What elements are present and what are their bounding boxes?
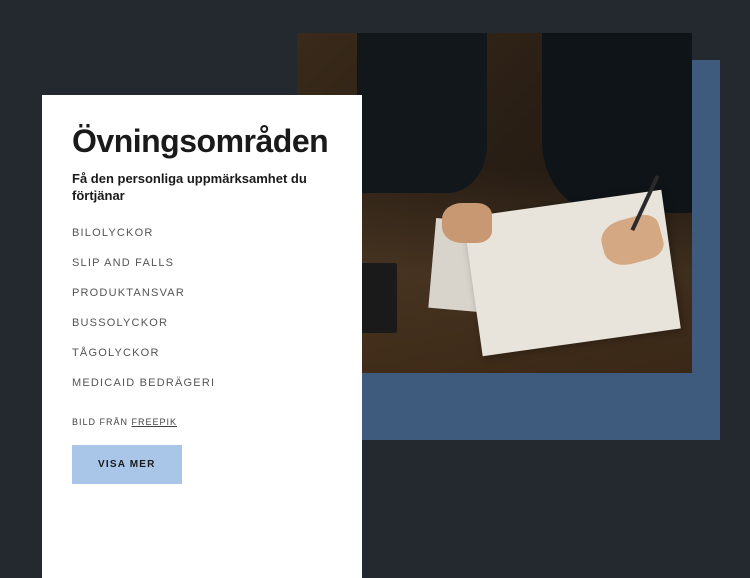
list-item[interactable]: BILOLYCKOR: [72, 227, 332, 239]
list-item[interactable]: BUSSOLYCKOR: [72, 317, 332, 329]
content-card: Övningsområden Få den personliga uppmärk…: [42, 95, 362, 578]
list-item[interactable]: MEDICAID BEDRÄGERI: [72, 377, 332, 389]
image-credit: BILD FRÅN FREEPIK: [72, 417, 332, 427]
subtitle: Få den personliga uppmärksamhet du förtj…: [72, 170, 332, 205]
view-more-button[interactable]: VISA MER: [72, 445, 182, 484]
credit-link[interactable]: FREEPIK: [132, 417, 178, 427]
list-item[interactable]: TÅGOLYCKOR: [72, 347, 332, 359]
list-item[interactable]: SLIP AND FALLS: [72, 257, 332, 269]
credit-prefix: BILD FRÅN: [72, 417, 132, 427]
heading: Övningsområden: [72, 123, 332, 160]
practice-list: BILOLYCKOR SLIP AND FALLS PRODUKTANSVAR …: [72, 227, 332, 389]
list-item[interactable]: PRODUKTANSVAR: [72, 287, 332, 299]
